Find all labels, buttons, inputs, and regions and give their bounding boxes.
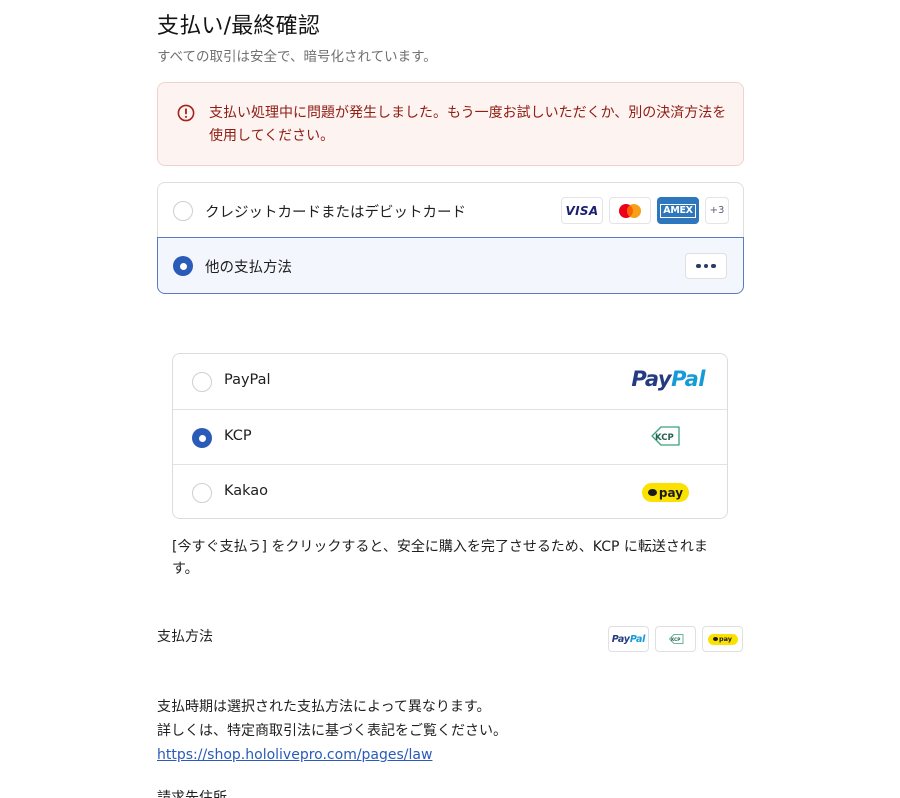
kakaopay-logo: pay (642, 483, 689, 502)
other-radio[interactable] (173, 256, 193, 276)
paypal-logo: PayPal (631, 367, 705, 391)
kcp-logo: KCP (651, 426, 680, 446)
kakao-label: Kakao (224, 483, 269, 499)
more-brands-count: +3 (705, 197, 729, 224)
paypal-mini-logo: PayPal (608, 626, 649, 652)
payment-method-badges: PayPal KCP pay (608, 626, 743, 652)
kakao-radio[interactable] (192, 483, 212, 503)
alternative-methods-list: PayPal PayPal KCP KCP Kakao pay (172, 353, 728, 519)
kcp-mini-logo: KCP (655, 626, 696, 652)
sub-method-kakao[interactable]: Kakao pay (173, 464, 727, 519)
timing-note: 支払時期は選択された支払方法によって異なります。 (157, 699, 491, 715)
law-link[interactable]: https://shop.hololivepro.com/pages/law (157, 747, 432, 763)
card-option-label: クレジットカードまたはデビットカード (205, 205, 466, 221)
card-brand-badges: VISA AMEX +3 (561, 197, 729, 224)
page-subtitle: すべての取引は安全で、暗号化されています。 (157, 49, 437, 65)
page-title: 支払い/最終確認 (157, 14, 321, 39)
more-dots-icon[interactable] (685, 253, 727, 279)
payment-timing-info: 支払時期は選択された支払方法によって異なります。 詳しくは、特定商取引法に基づく… (157, 695, 744, 767)
payment-option-card[interactable]: クレジットカードまたはデビットカード VISA AMEX +3 (157, 182, 744, 238)
svg-text:KCP: KCP (671, 637, 680, 643)
svg-text:KCP: KCP (655, 433, 674, 443)
other-option-label: 他の支払方法 (205, 260, 292, 276)
redirect-note: [今すぐ支払う] をクリックすると、安全に購入を完了させるため、KCP に転送さ… (172, 539, 708, 577)
payment-method-heading: 支払方法 (157, 629, 213, 645)
sub-method-kcp[interactable]: KCP KCP (173, 409, 727, 464)
paypal-label: PayPal (224, 372, 271, 388)
card-radio[interactable] (173, 201, 193, 221)
amex-icon: AMEX (657, 197, 699, 224)
alert-circle-icon (177, 104, 195, 122)
law-note: 詳しくは、特定商取引法に基づく表記をご覧ください。 (157, 723, 507, 739)
kakaopay-mini-logo: pay (702, 626, 743, 652)
payment-option-other[interactable]: 他の支払方法 (157, 237, 744, 294)
billing-address-heading: 請求先住所 (157, 790, 227, 798)
kcp-radio[interactable] (192, 428, 212, 448)
payment-method-selector: クレジットカードまたはデビットカード VISA AMEX +3 他の支払方法 (157, 182, 744, 295)
error-message: 支払い処理中に問題が発生しました。もう一度お試しいただくか、別の決済方法を使用し… (209, 105, 727, 144)
paypal-radio[interactable] (192, 372, 212, 392)
sub-method-paypal[interactable]: PayPal PayPal (173, 354, 727, 409)
mastercard-icon (609, 197, 651, 224)
payment-error-banner: 支払い処理中に問題が発生しました。もう一度お試しいただくか、別の決済方法を使用し… (157, 82, 744, 166)
visa-icon: VISA (561, 197, 603, 224)
kcp-label: KCP (224, 428, 252, 444)
